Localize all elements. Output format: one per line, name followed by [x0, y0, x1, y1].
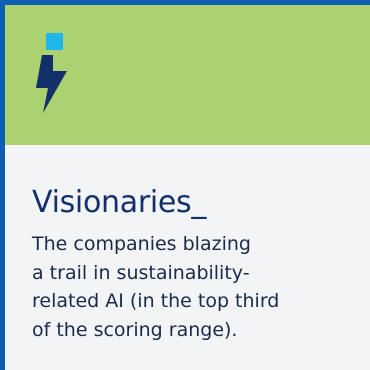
- card-body: Visionaries_ The companies blazing a tra…: [5, 145, 370, 370]
- card-header: [5, 5, 370, 145]
- description-line: of the scoring range).: [32, 318, 238, 341]
- description-line: The companies blazing: [32, 233, 251, 255]
- description-line: related AI (in the top third: [32, 290, 280, 312]
- description-line: a trail in sustainability-: [32, 261, 250, 284]
- card-description: The companies blazing a trail in sustain…: [32, 230, 362, 344]
- card-frame: Visionaries_ The companies blazing a tra…: [0, 0, 370, 370]
- lightning-bolt-icon: [36, 55, 67, 113]
- accent-square-icon: [46, 33, 63, 50]
- visionaries-card: Visionaries_ The companies blazing a tra…: [5, 5, 370, 370]
- card-title: Visionaries_: [32, 185, 207, 220]
